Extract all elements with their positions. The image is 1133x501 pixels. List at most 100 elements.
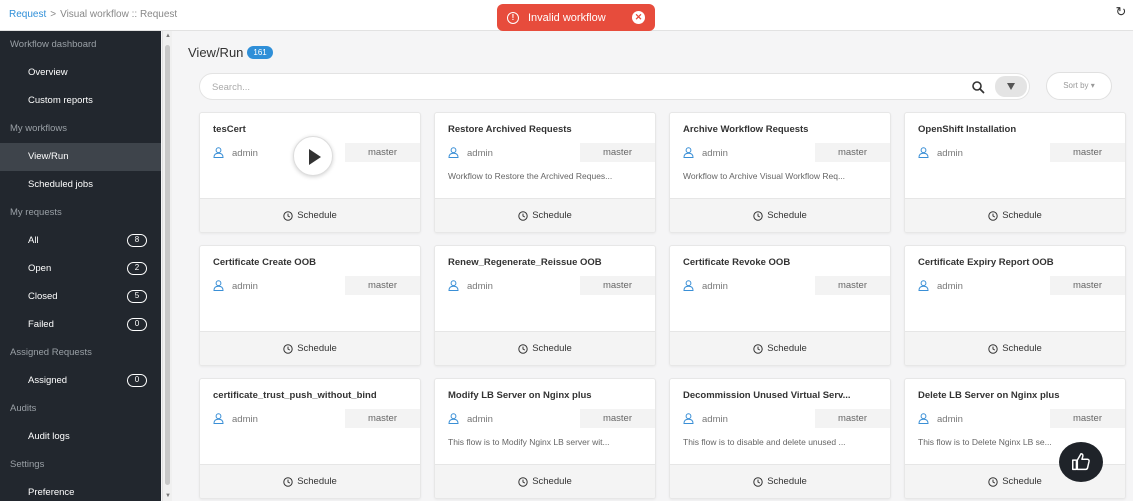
schedule-button[interactable]: Schedule <box>670 198 890 232</box>
workflow-card-title[interactable]: Delete LB Server on Nginx plus <box>918 390 1118 401</box>
sidebar-item-label: Closed <box>28 291 58 302</box>
workflow-count-badge: 161 <box>247 46 273 59</box>
schedule-button[interactable]: Schedule <box>200 198 420 232</box>
workflow-owner: admin <box>937 414 963 425</box>
workflow-card[interactable]: Decommission Unused Virtual Serv... admin… <box>669 378 891 499</box>
workflow-description: This flow is to disable and delete unuse… <box>683 437 846 447</box>
sidebar-item-failed[interactable]: Failed 0 <box>0 311 161 339</box>
workflow-owner: admin <box>232 148 258 159</box>
workflow-branch: master <box>815 143 890 162</box>
workflow-card[interactable]: Archive Workflow Requests admin master Work… <box>669 112 891 233</box>
workflow-branch: master <box>815 409 890 428</box>
schedule-label: Schedule <box>1002 210 1042 221</box>
schedule-label: Schedule <box>532 476 572 487</box>
workflow-card-title[interactable]: Archive Workflow Requests <box>683 124 883 135</box>
schedule-label: Schedule <box>1002 343 1042 354</box>
user-icon <box>213 413 224 424</box>
workflow-card-title[interactable]: Restore Archived Requests <box>448 124 648 135</box>
sidebar-section-assigned-requests: Assigned Requests <box>10 347 92 358</box>
scroll-down-icon[interactable]: ▼ <box>165 493 171 499</box>
sidebar-item-all[interactable]: All 8 <box>0 227 161 255</box>
workflow-card-title[interactable]: OpenShift Installation <box>918 124 1118 135</box>
sidebar-item-scheduled-jobs[interactable]: Scheduled jobs <box>0 171 161 199</box>
user-icon <box>683 413 694 424</box>
workflow-branch: master <box>580 276 655 295</box>
sidebar-item-label: Failed <box>28 319 54 330</box>
schedule-button[interactable]: Schedule <box>435 198 655 232</box>
close-icon[interactable]: ✕ <box>632 11 645 24</box>
workflow-branch: master <box>580 143 655 162</box>
error-toast: ! Invalid workflow ✕ <box>497 4 655 31</box>
count-badge: 2 <box>127 262 147 275</box>
workflow-description: Workflow to Restore the Archived Reques.… <box>448 171 613 181</box>
sidebar-item-view-run[interactable]: View/Run <box>0 143 161 171</box>
scroll-up-icon[interactable]: ▲ <box>165 33 171 39</box>
user-icon <box>448 280 459 291</box>
sidebar-section-audits: Audits <box>10 403 37 414</box>
schedule-button[interactable]: Schedule <box>200 464 420 498</box>
workflow-card-title[interactable]: Decommission Unused Virtual Serv... <box>683 390 883 401</box>
clock-icon <box>283 210 293 221</box>
workflow-card[interactable]: tesCert admin master Schedule <box>199 112 421 233</box>
schedule-label: Schedule <box>767 343 807 354</box>
sidebar-item-closed[interactable]: Closed 5 <box>0 283 161 311</box>
workflow-card[interactable]: Certificate Create OOB admin master Schedul… <box>199 245 421 366</box>
feedback-button[interactable] <box>1059 442 1103 482</box>
schedule-button[interactable]: Schedule <box>905 331 1125 365</box>
schedule-button[interactable]: Schedule <box>905 198 1125 232</box>
user-icon <box>918 147 929 158</box>
workflow-card-title[interactable]: tesCert <box>213 124 413 135</box>
schedule-button[interactable]: Schedule <box>670 331 890 365</box>
workflow-card[interactable]: Certificate Revoke OOB admin master Schedul… <box>669 245 891 366</box>
schedule-button[interactable]: Schedule <box>435 331 655 365</box>
sidebar-item-open[interactable]: Open 2 <box>0 255 161 283</box>
sort-by-button[interactable]: Sort by ▾ <box>1046 72 1112 100</box>
sidebar-item-label: Assigned <box>28 375 68 386</box>
sidebar-item-overview[interactable]: Overview <box>0 59 161 87</box>
user-icon <box>448 147 459 158</box>
clock-icon <box>753 343 763 354</box>
schedule-button[interactable]: Schedule <box>670 464 890 498</box>
sidebar-scrollbar[interactable]: ▲ ▼ <box>162 31 172 501</box>
sidebar-item-audit-logs[interactable]: Audit logs <box>0 423 161 451</box>
filter-button[interactable] <box>995 76 1027 97</box>
sidebar-item-assigned[interactable]: Assigned 0 <box>0 367 161 395</box>
workflow-card[interactable]: certificate_trust_push_without_bind admin… <box>199 378 421 499</box>
search-input[interactable] <box>212 80 912 94</box>
refresh-icon[interactable]: ↻ <box>1113 4 1129 20</box>
workflow-card[interactable]: Modify LB Server on Nginx plus admin maste… <box>434 378 656 499</box>
schedule-button[interactable]: Schedule <box>435 464 655 498</box>
workflow-card[interactable]: Renew_Regenerate_Reissue OOB admin master S… <box>434 245 656 366</box>
workflow-branch: master <box>815 276 890 295</box>
schedule-label: Schedule <box>297 476 337 487</box>
workflow-card-title[interactable]: Renew_Regenerate_Reissue OOB <box>448 257 648 268</box>
workflow-owner: admin <box>702 281 728 292</box>
run-workflow-button[interactable] <box>293 136 333 176</box>
schedule-button[interactable]: Schedule <box>200 331 420 365</box>
search-icon[interactable] <box>971 80 985 94</box>
workflow-card-title[interactable]: Certificate Expiry Report OOB <box>918 257 1118 268</box>
workflow-card[interactable]: Delete LB Server on Nginx plus admin maste… <box>904 378 1126 499</box>
workflow-card[interactable]: Certificate Expiry Report OOB admin master… <box>904 245 1126 366</box>
schedule-label: Schedule <box>767 210 807 221</box>
schedule-label: Schedule <box>767 476 807 487</box>
clock-icon <box>283 476 293 487</box>
workflow-branch: master <box>1050 143 1125 162</box>
breadcrumb-link-request[interactable]: Request <box>9 9 46 20</box>
workflow-card-title[interactable]: Modify LB Server on Nginx plus <box>448 390 648 401</box>
workflow-card-title[interactable]: Certificate Revoke OOB <box>683 257 883 268</box>
workflow-card[interactable]: OpenShift Installation admin master Schedul… <box>904 112 1126 233</box>
sidebar-item-custom-reports[interactable]: Custom reports <box>0 87 161 115</box>
breadcrumb: Request > Visual workflow :: Request <box>9 9 177 20</box>
sidebar-item-preference[interactable]: Preference <box>0 479 161 501</box>
workflow-owner: admin <box>232 281 258 292</box>
workflow-card-title[interactable]: certificate_trust_push_without_bind <box>213 390 413 401</box>
workflow-owner: admin <box>702 148 728 159</box>
scroll-thumb[interactable] <box>165 45 170 485</box>
workflow-card[interactable]: Restore Archived Requests admin master Work… <box>434 112 656 233</box>
user-icon <box>448 413 459 424</box>
schedule-label: Schedule <box>297 343 337 354</box>
workflow-card-title[interactable]: Certificate Create OOB <box>213 257 413 268</box>
clock-icon <box>518 343 528 354</box>
toast-message: Invalid workflow <box>528 11 606 24</box>
